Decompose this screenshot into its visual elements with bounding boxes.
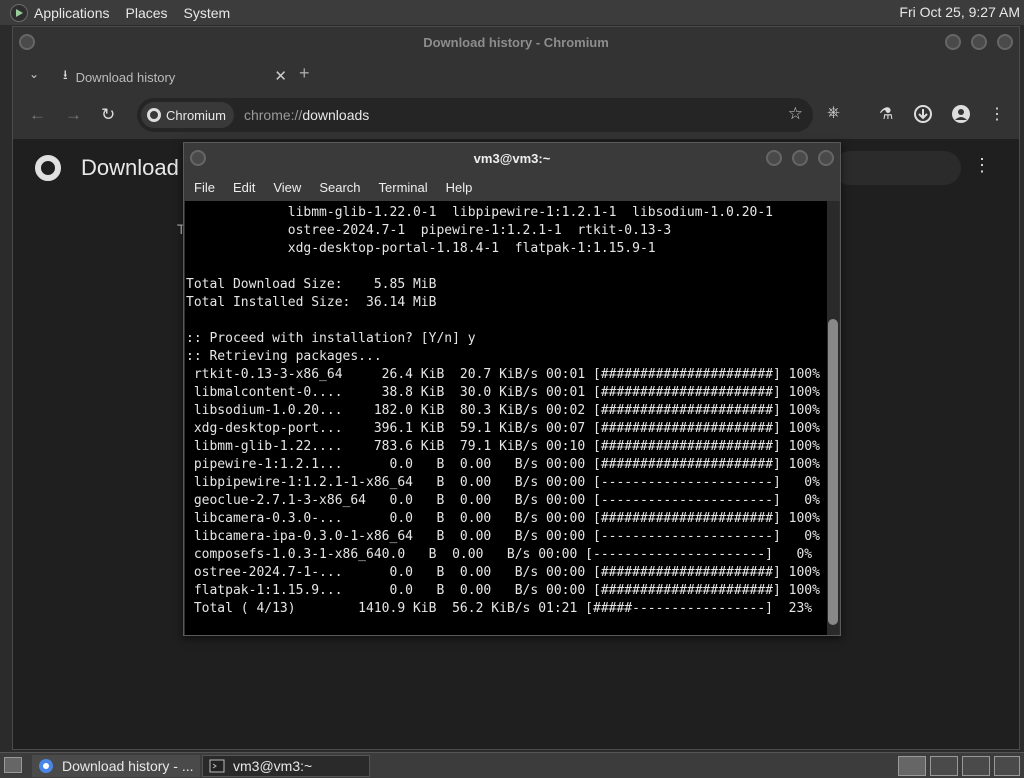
- taskbar-item-terminal[interactable]: vm3@vm3:~: [202, 755, 370, 777]
- menu-terminal[interactable]: Terminal: [379, 180, 428, 195]
- close-window-button[interactable]: [997, 34, 1013, 50]
- minimize-button[interactable]: [945, 34, 961, 50]
- bookmark-star-icon[interactable]: ☆: [788, 104, 803, 124]
- page-title: Download: [81, 155, 179, 180]
- places-menu[interactable]: Places: [126, 5, 168, 21]
- tab-download-history[interactable]: ⭳ Download history ✕: [53, 61, 291, 93]
- window-menu-button[interactable]: [19, 34, 35, 50]
- menu-search[interactable]: Search: [319, 180, 360, 195]
- forward-icon[interactable]: →: [65, 105, 82, 125]
- taskbar-item-label: Download history - ...: [62, 758, 194, 774]
- site-info-label: Chromium: [166, 107, 226, 123]
- download-icon: ⭳: [63, 67, 68, 82]
- terminal-titlebar[interactable]: vm3@vm3:~: [184, 143, 840, 173]
- chromium-logo-icon: [35, 155, 61, 181]
- terminal-maximize-button[interactable]: [792, 150, 808, 166]
- menu-file[interactable]: File: [194, 180, 215, 195]
- terminal-close-button[interactable]: [818, 150, 834, 166]
- terminal-output[interactable]: libmm-glib-1.22.0-1 libpipewire-1:1.2.1-…: [185, 201, 827, 635]
- downloads-icon[interactable]: [913, 104, 933, 129]
- downloads-search-input[interactable]: [833, 151, 961, 185]
- url-text[interactable]: chrome://downloads: [244, 107, 369, 123]
- show-desktop-icon[interactable]: [4, 757, 22, 773]
- tab-strip: ⌄ ⭳ Download history ✕ +: [13, 57, 1019, 93]
- taskbar-item-chromium[interactable]: Download history - ...: [32, 755, 200, 777]
- workspace-2[interactable]: [930, 756, 958, 776]
- profile-avatar-icon[interactable]: [951, 104, 971, 129]
- chromium-icon: [147, 108, 161, 122]
- url-prefix: chrome://: [243, 107, 303, 123]
- terminal-text: libmm-glib-1.22.0-1 libpipewire-1:1.2.1-…: [186, 205, 820, 616]
- maximize-button[interactable]: [971, 34, 987, 50]
- bottom-taskbar: Download history - ... vm3@vm3:~: [0, 752, 1024, 778]
- new-tab-icon[interactable]: +: [299, 63, 310, 84]
- terminal-window-menu-button[interactable]: [190, 150, 206, 166]
- site-info-chip[interactable]: Chromium: [141, 102, 234, 128]
- page-menu-icon[interactable]: ⋮: [973, 155, 991, 176]
- applications-menu[interactable]: Applications: [34, 5, 110, 21]
- reload-icon[interactable]: ↻: [101, 105, 115, 125]
- chromium-taskbar-icon: [39, 759, 53, 773]
- url-path: downloads: [302, 107, 370, 123]
- tab-label: Download history: [75, 69, 176, 85]
- top-panel: Applications Places System Fri Oct 25, 9…: [0, 0, 1024, 25]
- tab-search-chevron-icon[interactable]: ⌄: [29, 67, 39, 81]
- terminal-title: vm3@vm3:~: [473, 150, 551, 166]
- chromium-window-title: Download history - Chromium: [423, 34, 609, 50]
- terminal-menubar: File Edit View Search Terminal Help: [184, 173, 840, 201]
- workspace-1[interactable]: [898, 756, 926, 776]
- address-bar[interactable]: Chromium chrome://downloads ☆: [137, 98, 813, 132]
- workspace-4[interactable]: [994, 756, 1020, 776]
- terminal-taskbar-icon: [209, 759, 225, 773]
- extensions-icon[interactable]: ⎈: [827, 104, 840, 122]
- chrome-menu-icon[interactable]: ⋮: [989, 104, 1005, 124]
- terminal-scrollbar[interactable]: [827, 201, 839, 635]
- close-tab-icon[interactable]: ✕: [274, 67, 287, 85]
- taskbar-item-label: vm3@vm3:~: [233, 758, 313, 774]
- clock[interactable]: Fri Oct 25, 9:27 AM: [899, 4, 1020, 20]
- terminal-window: vm3@vm3:~ File Edit View Search Terminal…: [183, 142, 841, 636]
- browser-toolbar: ← → ↻ Chromium chrome://downloads ☆ ⎈ ⚗ …: [13, 93, 1019, 139]
- back-icon[interactable]: ←: [29, 105, 46, 125]
- menu-view[interactable]: View: [273, 180, 301, 195]
- system-menu[interactable]: System: [184, 5, 231, 21]
- terminal-minimize-button[interactable]: [766, 150, 782, 166]
- terminal-scroll-thumb[interactable]: [828, 319, 838, 625]
- labs-flask-icon[interactable]: ⚗: [879, 104, 893, 124]
- menu-edit[interactable]: Edit: [233, 180, 255, 195]
- workspace-3[interactable]: [962, 756, 990, 776]
- applications-logo-icon[interactable]: [10, 3, 28, 22]
- menu-help[interactable]: Help: [446, 180, 473, 195]
- chromium-titlebar[interactable]: Download history - Chromium: [13, 27, 1019, 57]
